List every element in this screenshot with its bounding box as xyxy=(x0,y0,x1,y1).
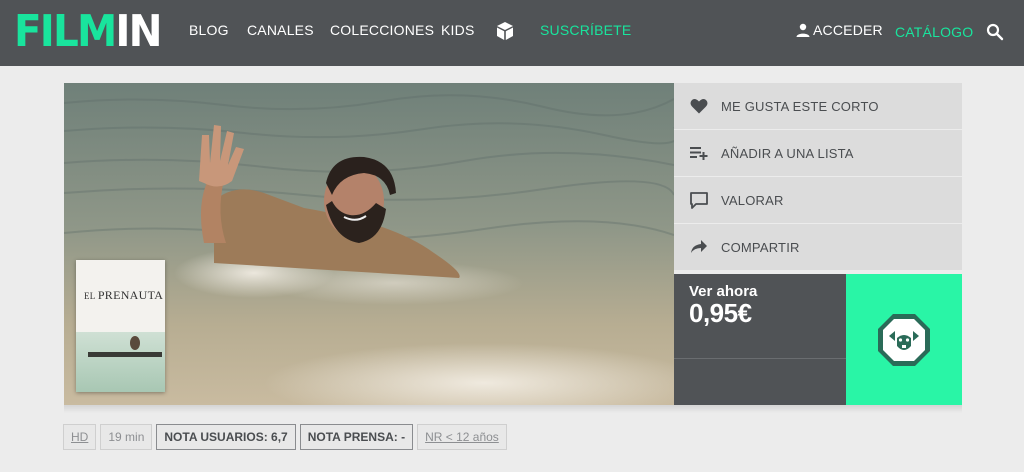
logo-part-in: IN xyxy=(115,6,162,57)
purchase-box[interactable]: Ver ahora 0,95€ xyxy=(674,274,846,405)
user-icon[interactable] xyxy=(796,23,810,37)
nav-colecciones-link[interactable]: COLECCIONES xyxy=(330,22,434,38)
poster-boat-illustration xyxy=(88,336,162,357)
share-button[interactable]: COMPARTIR xyxy=(674,224,962,271)
box-icon[interactable] xyxy=(495,21,515,41)
rate-label: VALORAR xyxy=(721,192,784,208)
logo-part-film: FILM xyxy=(14,6,117,57)
price-value: 0,95€ xyxy=(689,298,752,328)
filmin-mascot-play-icon xyxy=(878,313,930,366)
user-rating-text: NOTA USUARIOS: 6,7 xyxy=(164,430,288,444)
actions-panel: ME GUSTA ESTE CORTO AÑADIR A UNA LISTA V… xyxy=(674,83,962,271)
film-poster-thumbnail[interactable]: EL PRENAUTA xyxy=(76,260,165,392)
nav-catalogo-link[interactable]: CATÁLOGO xyxy=(895,24,973,40)
press-rating-badge[interactable]: NOTA PRENSA: - xyxy=(299,424,414,450)
search-icon[interactable] xyxy=(986,23,1004,41)
hero-shadow xyxy=(64,405,962,413)
like-label: ME GUSTA ESTE CORTO xyxy=(721,98,879,114)
heart-icon xyxy=(690,97,708,115)
press-rating-text: NOTA PRENSA: - xyxy=(307,430,406,444)
share-label: COMPARTIR xyxy=(721,239,800,255)
nav-suscribete-link[interactable]: SUSCRÍBETE xyxy=(540,22,631,38)
age-rating-text: NR < 12 años xyxy=(425,430,499,444)
poster-sea-image xyxy=(76,332,165,392)
play-button[interactable] xyxy=(846,274,962,405)
nav-blog-link[interactable]: BLOG xyxy=(189,22,229,38)
add-to-list-button[interactable]: AÑADIR A UNA LISTA xyxy=(674,130,962,177)
film-info-badges: HD 19 min NOTA USUARIOS: 6,7 NOTA PRENSA… xyxy=(63,424,507,450)
nav-kids-link[interactable]: KIDS xyxy=(441,22,474,38)
quality-text: HD xyxy=(71,430,89,444)
duration-badge: 19 min xyxy=(100,424,153,450)
nav-canales-link[interactable]: CANALES xyxy=(247,22,314,38)
poster-title-main: PRENAUTA xyxy=(97,288,164,302)
nav-acceder-link[interactable]: ACCEDER xyxy=(813,22,883,38)
quality-badge: HD xyxy=(63,424,97,450)
share-arrow-icon xyxy=(690,238,708,256)
filmin-logo[interactable]: FILM IN xyxy=(14,6,163,57)
poster-title: EL PRENAUTA xyxy=(84,288,163,303)
top-navbar: FILM IN BLOG CANALES COLECCIONES KIDS SUS… xyxy=(0,0,1024,66)
poster-title-prefix: EL xyxy=(84,291,98,301)
comment-icon xyxy=(690,191,708,209)
user-rating-badge[interactable]: NOTA USUARIOS: 6,7 xyxy=(156,424,296,450)
rate-button[interactable]: VALORAR xyxy=(674,177,962,224)
purchase-divider xyxy=(674,358,846,359)
add-to-list-label: AÑADIR A UNA LISTA xyxy=(721,145,854,161)
duration-text: 19 min xyxy=(108,430,145,444)
playlist-add-icon xyxy=(690,144,708,162)
age-rating-badge: NR < 12 años xyxy=(417,424,507,450)
like-button[interactable]: ME GUSTA ESTE CORTO xyxy=(674,83,962,130)
